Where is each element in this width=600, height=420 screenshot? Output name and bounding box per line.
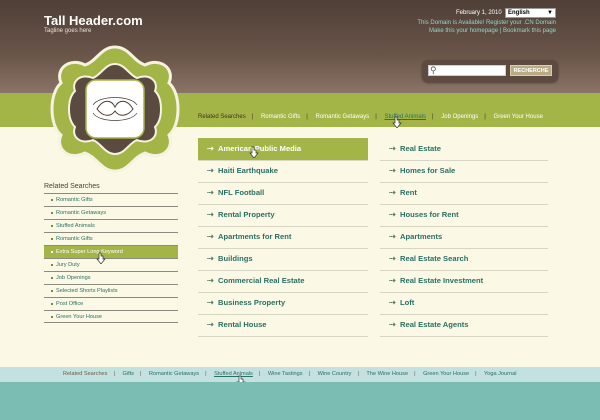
hand-cursor-icon bbox=[392, 116, 402, 128]
divider bbox=[198, 160, 368, 161]
divider bbox=[198, 182, 368, 183]
main-link[interactable]: Real Estate Investment bbox=[380, 270, 548, 292]
main-link[interactable]: Apartments bbox=[380, 226, 548, 248]
main-link[interactable]: Real Estate bbox=[380, 138, 548, 160]
main-link[interactable]: Houses for Rent bbox=[380, 204, 548, 226]
chevron-down-icon: ▼ bbox=[547, 10, 553, 16]
divider bbox=[198, 336, 368, 337]
main-link[interactable]: Buildings bbox=[198, 248, 368, 270]
search-box: ⚲ RECHERCHE bbox=[422, 60, 558, 82]
hand-cursor-icon bbox=[96, 252, 106, 264]
sidebar-item[interactable]: Romantic Gifts bbox=[44, 232, 178, 245]
hand-cursor-icon bbox=[249, 146, 259, 158]
top-nav-item[interactable]: Romantic Getaways bbox=[316, 114, 370, 120]
footer-separator: | bbox=[205, 371, 207, 377]
footer-nav-item[interactable]: Wine Country bbox=[318, 371, 352, 377]
divider bbox=[380, 160, 548, 161]
divider bbox=[198, 226, 368, 227]
main-link[interactable]: Loft bbox=[380, 292, 548, 314]
sidebar-item[interactable]: Post Office bbox=[44, 297, 178, 310]
site-title[interactable]: Tall Header.com bbox=[44, 13, 143, 28]
sidebar-title: Related Searches bbox=[44, 183, 100, 190]
logo-emblem bbox=[50, 45, 180, 173]
footer-nav-item[interactable]: The Wine House bbox=[366, 371, 408, 377]
main-link-active[interactable]: American Public Media bbox=[198, 138, 368, 160]
search-button[interactable]: RECHERCHE bbox=[510, 65, 552, 76]
footer-separator: | bbox=[258, 371, 261, 377]
language-select[interactable]: English ▼ bbox=[505, 8, 556, 18]
language-value: English bbox=[508, 10, 530, 16]
main-link[interactable]: Haiti Earthquake bbox=[198, 160, 368, 182]
header-links: This Domain is Available! Register your … bbox=[417, 19, 556, 35]
divider bbox=[380, 336, 548, 337]
top-nav-label: Related Searches bbox=[198, 114, 246, 120]
main-link[interactable]: Commercial Real Estate bbox=[198, 270, 368, 292]
divider bbox=[380, 204, 548, 205]
main-link[interactable]: Rental House bbox=[198, 314, 368, 336]
footer-nav-item[interactable]: Stuffed Animals bbox=[214, 371, 253, 377]
footer-separator: | bbox=[414, 371, 416, 377]
footer-nav-item[interactable]: Wine Tastings bbox=[268, 371, 303, 377]
divider bbox=[380, 182, 548, 183]
footer-separator: | bbox=[357, 371, 359, 377]
footer-nav-item[interactable]: Romantic Getaways bbox=[149, 371, 199, 377]
footer-nav-item[interactable]: Yoga Journal bbox=[484, 371, 516, 377]
sidebar-item[interactable]: Romantic Getaways bbox=[44, 206, 178, 219]
top-nav-item[interactable]: Job Openings bbox=[441, 114, 478, 120]
nav-separator: | bbox=[484, 114, 486, 120]
date-text: February 1, 2010 bbox=[456, 10, 502, 16]
sidebar-item[interactable]: Romantic Gifts bbox=[44, 193, 178, 206]
sidebar-item[interactable]: Selected Shorts Playlists bbox=[44, 284, 178, 297]
top-nav: Related Searches | Romantic Gifts | Romant… bbox=[198, 114, 543, 120]
top-nav-item[interactable]: Stuffed Animals bbox=[384, 114, 426, 120]
footer-nav-item[interactable]: Gifts bbox=[122, 371, 134, 377]
sidebar-item-active[interactable]: Extra Super Long Keyword bbox=[44, 245, 178, 258]
sidebar: Related Searches Romantic Gifts Romantic… bbox=[44, 183, 178, 323]
footer-separator: | bbox=[475, 371, 477, 377]
sidebar-item[interactable]: Job Openings bbox=[44, 271, 178, 284]
footer-separator: | bbox=[139, 371, 142, 377]
top-nav-item[interactable]: Green Your House bbox=[494, 114, 543, 120]
main-link[interactable]: Real Estate Search bbox=[380, 248, 548, 270]
footer-separator: | bbox=[308, 371, 311, 377]
main-link[interactable]: Rent bbox=[380, 182, 548, 204]
main-link[interactable]: Real Estate Agents bbox=[380, 314, 548, 336]
search-input[interactable] bbox=[428, 65, 506, 76]
sidebar-item[interactable]: Jury Duty bbox=[44, 258, 178, 271]
nav-separator: | bbox=[375, 114, 377, 120]
main-link[interactable]: Business Property bbox=[198, 292, 368, 314]
bottom-band bbox=[0, 382, 600, 420]
homepage-bookmark-links[interactable]: Make this your homepage | Bookmark this … bbox=[417, 27, 556, 35]
divider bbox=[198, 248, 368, 249]
sidebar-item[interactable]: Green Your House bbox=[44, 310, 178, 323]
divider bbox=[198, 270, 368, 271]
tagline: Tagline goes here bbox=[44, 28, 92, 34]
divider bbox=[380, 314, 548, 315]
divider bbox=[198, 204, 368, 205]
search-icon: ⚲ bbox=[430, 65, 437, 75]
divider bbox=[198, 292, 368, 293]
footer-nav-label: Related Searches bbox=[63, 371, 108, 377]
top-nav-item[interactable]: Romantic Gifts bbox=[261, 114, 300, 120]
domain-notice-link[interactable]: This Domain is Available! Register your … bbox=[417, 19, 556, 27]
divider bbox=[380, 270, 548, 271]
main-link[interactable]: Homes for Sale bbox=[380, 160, 548, 182]
divider bbox=[198, 314, 368, 315]
footer-nav-item[interactable]: Green Your House bbox=[423, 371, 469, 377]
divider bbox=[380, 292, 548, 293]
nav-separator: | bbox=[432, 114, 434, 120]
main-link[interactable]: NFL Football bbox=[198, 182, 368, 204]
sidebar-item[interactable]: Stuffed Animals bbox=[44, 219, 178, 232]
main-link[interactable]: Rental Property bbox=[198, 204, 368, 226]
divider bbox=[380, 248, 548, 249]
nav-separator: | bbox=[306, 114, 308, 120]
divider bbox=[380, 226, 548, 227]
footer-nav: Related Searches | Gifts | Romantic Getawa… bbox=[63, 371, 516, 377]
main-link[interactable]: Apartments for Rent bbox=[198, 226, 368, 248]
footer-separator: | bbox=[113, 371, 115, 377]
nav-separator: | bbox=[251, 114, 254, 120]
